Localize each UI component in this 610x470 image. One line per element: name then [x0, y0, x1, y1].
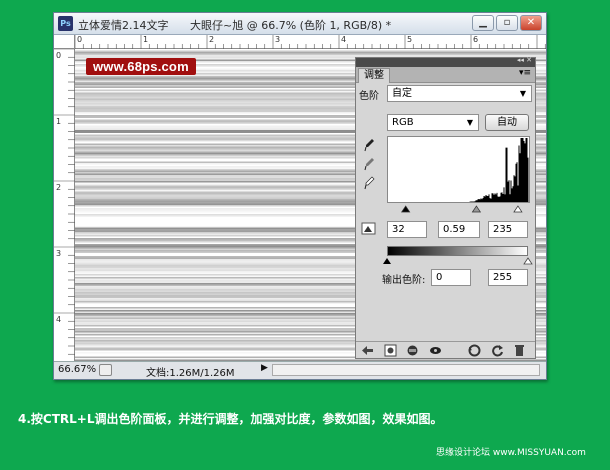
- document-title: 立体爱情2.14文字: [78, 19, 169, 32]
- output-white-field[interactable]: 255: [488, 269, 528, 286]
- panel-tab-bar: 调整 ▾≡: [356, 67, 535, 83]
- clipping-warning-icon[interactable]: [361, 222, 377, 236]
- layer-mask-icon[interactable]: [384, 344, 397, 357]
- delete-icon[interactable]: [513, 344, 526, 357]
- clip-layer-icon[interactable]: [406, 344, 419, 357]
- ruler-top-label: 3: [275, 35, 281, 44]
- input-black-field[interactable]: 32: [387, 221, 427, 238]
- document-window: Ps 立体爱情2.14文字 大眼仔~旭 @ 66.7% (色阶 1, RGB/8…: [53, 12, 547, 380]
- input-gamma-slider[interactable]: [471, 205, 482, 213]
- document-subtitle: 大眼仔~旭 @ 66.7% (色阶 1, RGB/8) *: [190, 19, 392, 32]
- preset-value: 自定: [392, 88, 412, 99]
- gray-eyedropper-icon[interactable]: [364, 157, 375, 171]
- ruler-top[interactable]: 0 1 2 3 4 5 6: [75, 35, 546, 49]
- output-black-slider[interactable]: [383, 258, 391, 264]
- window-titlebar[interactable]: Ps 立体爱情2.14文字 大眼仔~旭 @ 66.7% (色阶 1, RGB/8…: [54, 13, 546, 35]
- output-sliders[interactable]: [382, 257, 533, 265]
- panel-menu-icon[interactable]: ▾≡: [519, 68, 531, 78]
- input-black-slider[interactable]: [401, 205, 411, 213]
- preset-label: 色阶: [359, 91, 379, 102]
- minimize-button[interactable]: ▁: [472, 15, 494, 31]
- ruler-top-label: 4: [341, 35, 347, 44]
- ruler-left-label: 2: [56, 183, 62, 192]
- close-button[interactable]: ✕: [520, 15, 542, 31]
- channel-value: RGB: [392, 117, 414, 128]
- adjustments-panel: ◂◂ ✕ 调整 ▾≡ 色阶 自定 ▼ RGB ▼ 自动 32 0.59 235 …: [355, 56, 536, 359]
- panel-header[interactable]: ◂◂ ✕: [356, 56, 535, 67]
- document-size-info: 文档:1.26M/1.26M: [146, 368, 235, 379]
- restore-button[interactable]: ▫: [496, 15, 518, 31]
- chevron-down-icon: ▼: [519, 89, 526, 98]
- panel-footer: [356, 341, 535, 358]
- ruler-left-label: 1: [56, 117, 62, 126]
- panel-collapse-icon[interactable]: ◂◂ ✕: [517, 56, 532, 64]
- ruler-top-label: 1: [143, 35, 149, 44]
- output-black-field[interactable]: 0: [431, 269, 471, 286]
- window-controls: ▁ ▫ ✕: [472, 15, 542, 31]
- histogram-chart: [387, 136, 530, 213]
- black-eyedropper-icon[interactable]: [364, 138, 375, 152]
- back-arrow-icon[interactable]: [361, 344, 374, 357]
- input-white-field[interactable]: 235: [488, 221, 528, 238]
- photoshop-app-icon: Ps: [58, 16, 73, 31]
- zoom-icon[interactable]: [99, 364, 112, 376]
- reset-icon[interactable]: [491, 344, 504, 357]
- ruler-top-label: 2: [209, 35, 215, 44]
- preset-select[interactable]: 自定 ▼: [387, 85, 532, 102]
- horizontal-scrollbar[interactable]: [272, 364, 540, 376]
- tab-adjustments[interactable]: 调整: [358, 68, 390, 83]
- output-levels-label: 输出色阶:: [382, 275, 426, 286]
- ruler-top-label: 6: [473, 35, 479, 44]
- visibility-eye-icon[interactable]: [429, 344, 442, 357]
- tutorial-caption: 4.按CTRL+L调出色阶面板，并进行调整，加强对比度，参数如图，效果如图。: [18, 412, 443, 426]
- input-white-slider[interactable]: [513, 205, 523, 213]
- auto-button[interactable]: 自动: [485, 114, 529, 131]
- ruler-left-label: 4: [56, 315, 62, 324]
- output-white-slider[interactable]: [523, 257, 533, 265]
- channel-select[interactable]: RGB ▼: [387, 114, 479, 131]
- ruler-corner[interactable]: [54, 35, 75, 49]
- status-bar: 66.67% 文档:1.26M/1.26M ▶: [54, 361, 546, 379]
- ruler-top-label: 5: [407, 35, 413, 44]
- zoom-level[interactable]: 66.67%: [58, 364, 96, 375]
- chevron-down-icon: ▼: [466, 118, 473, 127]
- watermark-logo: www.68ps.com: [86, 58, 196, 75]
- output-gradient-bar: [387, 246, 528, 256]
- ruler-left-label: 0: [56, 51, 62, 60]
- view-previous-icon[interactable]: [468, 344, 481, 357]
- ruler-top-label: 0: [77, 35, 83, 44]
- ruler-left[interactable]: 0 1 2 3 4: [54, 49, 75, 361]
- site-credit: 思缘设计论坛 www.MISSYUAN.com: [436, 448, 586, 458]
- status-menu-arrow-icon[interactable]: ▶: [261, 363, 268, 373]
- white-eyedropper-icon[interactable]: [364, 176, 375, 190]
- ruler-left-label: 3: [56, 249, 62, 258]
- input-gamma-field[interactable]: 0.59: [438, 221, 480, 238]
